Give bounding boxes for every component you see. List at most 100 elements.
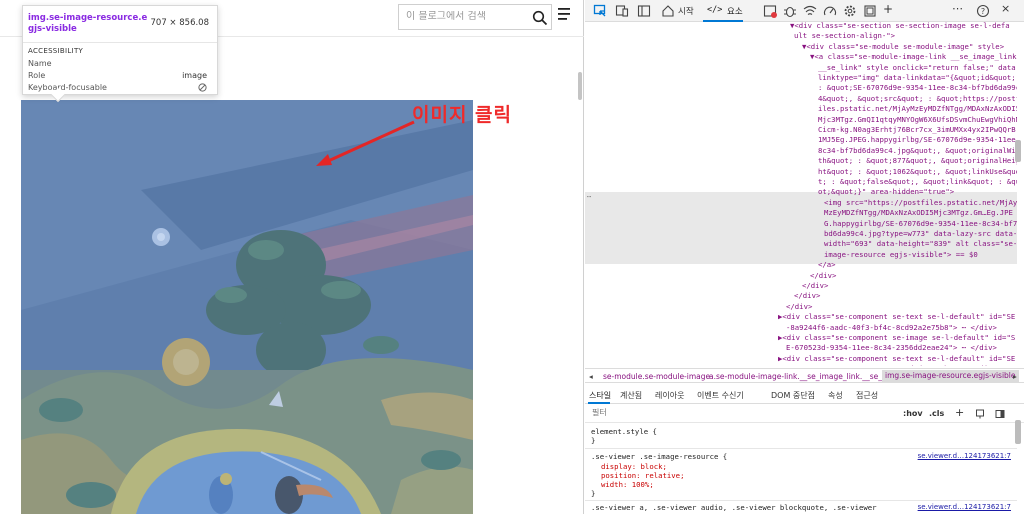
tab-styles[interactable]: 스타일 — [589, 390, 611, 401]
tooltip-divider — [23, 42, 217, 43]
tab-start[interactable]: 시작 — [678, 5, 694, 17]
dom-node-line[interactable]: </div> — [802, 281, 828, 291]
dom-node-line[interactable]: -6e4e7006-5077-4160-a5c7-768d6d16463b"> … — [786, 364, 997, 366]
tooltip-element-size: 707 × 856.08 — [150, 18, 210, 28]
class-toggle-button[interactable]: .cls — [929, 409, 944, 418]
rendering-emulation-icon[interactable] — [975, 409, 985, 419]
dom-node-line[interactable]: linktype="img" data-linkdata="{&quot;id&… — [818, 73, 1016, 83]
page-scrollbar[interactable] — [578, 72, 582, 100]
styles-filter-row: :hov .cls + — [585, 405, 1024, 423]
dom-tree[interactable]: ⋯ ▼<div class="se-section se-section-ima… — [585, 22, 1017, 366]
breadcrumb-item[interactable]: a.se-module-image-link.__se_image_link._… — [709, 372, 895, 381]
dom-node-line[interactable]: ▼<div class="se-module se-module-image" … — [802, 42, 1004, 52]
dom-node-line[interactable]: Cicm-kg.N0ag3Erhtj76Bcr7cx_3imUMXx4yx2IP… — [818, 125, 1016, 135]
dom-node-line[interactable]: ▼<a class="se-module-image-link __se_ima… — [810, 52, 1016, 62]
dom-node-line[interactable]: width="693" data-height="839" alt class=… — [824, 239, 1017, 249]
rule-close-brace: } — [591, 489, 596, 498]
blog-search-input[interactable] — [406, 11, 526, 22]
home-icon[interactable] — [661, 4, 675, 18]
dom-node-line[interactable]: -8a9244f6-aadc-40f3-bf4c-8cd92a2e75b8"> … — [786, 323, 997, 333]
network-wifi-icon[interactable] — [803, 4, 817, 18]
tab-event-listeners[interactable]: 이벤트 수신기 — [697, 390, 744, 401]
add-tool-icon[interactable]: + — [883, 2, 893, 16]
bug-icon[interactable] — [783, 4, 797, 18]
tab-properties[interactable]: 속성 — [828, 390, 843, 401]
rule-separator — [585, 500, 1017, 501]
dom-node-line[interactable]: ▶<div class="se-component se-image se-l-… — [778, 333, 1015, 343]
more-tools-icon[interactable]: ⋯ — [952, 2, 963, 15]
tab-layout[interactable]: 레이아웃 — [655, 390, 684, 401]
dom-node-line[interactable]: G.happygirlbg/SE-67076d9e-9354-11ee-8c34… — [824, 219, 1017, 229]
computed-sidebar-toggle-icon[interactable] — [995, 409, 1005, 419]
sidebar-toggle-icon[interactable] — [637, 4, 651, 18]
dom-node-line[interactable]: </a> — [818, 260, 836, 270]
tab-elements[interactable]: 요소 — [727, 5, 743, 17]
breadcrumb-item[interactable]: se-module.se-module-image — [603, 372, 710, 381]
rule-selector[interactable]: .se-viewer .se-image-resource { — [591, 452, 727, 462]
tab-dom-breakpoints[interactable]: DOM 중단점 — [771, 390, 815, 401]
dom-node-line[interactable]: </div> — [794, 291, 820, 301]
dom-node-line[interactable]: 4&quot;, &quot;src&quot; : &quot;https:/… — [818, 94, 1017, 104]
inspect-element-icon[interactable] — [593, 4, 607, 18]
devtools-toolbar: 시작 </> 요소 + ⋯ ? × — [585, 0, 1024, 22]
performance-icon[interactable] — [823, 4, 837, 18]
rule-close-brace: } — [591, 436, 596, 445]
new-style-rule-icon[interactable]: + — [955, 406, 964, 419]
help-icon[interactable]: ? — [976, 4, 990, 18]
menu-icon[interactable] — [558, 8, 572, 20]
element-style-selector[interactable]: element.style { — [591, 427, 657, 437]
styles-filter-input[interactable] — [592, 408, 792, 417]
inspect-tooltip: img.se-image-resource.egjs-visible 707 ×… — [22, 5, 218, 103]
dom-node-line[interactable]: __se_link" style onclick="return false;"… — [818, 63, 1017, 73]
dom-node-line[interactable]: MzEyMDZfNTgg/MDAxNzAxODI5Mjc3MTgz.Gm…Eg.… — [824, 208, 1013, 218]
close-devtools-icon[interactable]: × — [1001, 2, 1010, 15]
node-actions-icon[interactable]: ⋯ — [587, 192, 591, 202]
rule-source-link[interactable]: se.viewer.d…124173621:7 — [918, 452, 1011, 462]
dom-node-line[interactable]: Mjc3MTgz.GmQI1qtqyMNYOgW6X6UfsDSvmChuEwg… — [818, 115, 1017, 125]
dom-node-line[interactable]: ot;&quot;}" area-hidden="true"> — [818, 187, 954, 197]
dom-node-line[interactable]: 8c34-bf7bd6da99c4.jpg&quot;, &quot;origi… — [818, 146, 1017, 156]
application-icon[interactable] — [863, 4, 877, 18]
dom-node-line[interactable]: iles.pstatic.net/MjAyMzEyMDZfNTgg/MDAxNz… — [818, 104, 1017, 114]
breadcrumb-scroll-left-icon[interactable]: ◂ — [589, 372, 593, 381]
tooltip-row-label: Name — [28, 59, 52, 68]
tooltip-row-name: Name — [28, 59, 207, 68]
settings-gear-icon[interactable] — [843, 4, 857, 18]
dom-node-line[interactable]: th&quot; : &quot;877&quot;, &quot;origin… — [818, 156, 1017, 166]
rule-source-link[interactable]: se.viewer.d…124173621:7 — [918, 503, 1011, 513]
elements-tab-icon: </> — [707, 5, 723, 15]
hover-state-button[interactable]: :hov — [903, 409, 923, 418]
dom-node-line[interactable]: </div> — [810, 271, 836, 281]
dom-node-line[interactable]: 1MJ5Eg.JPEG.happygirlbg/SE-67076d9e-9354… — [818, 135, 1017, 145]
tooltip-row-role: Role image — [28, 71, 207, 80]
console-icon[interactable] — [763, 4, 777, 18]
dom-node-line[interactable]: ht&quot; : &quot;1062&quot;, &quot;linkU… — [818, 167, 1017, 177]
dom-node-line[interactable]: ult se-section-align-"> — [794, 31, 895, 41]
device-emulation-icon[interactable] — [615, 4, 629, 18]
dom-node-line[interactable]: ▶<div class="se-component se-text se-l-d… — [778, 312, 1015, 322]
dom-node-line[interactable]: bd6da99c4.jpg?type=w773" data-lazy-src d… — [824, 229, 1017, 239]
breadcrumb-scroll-right-icon[interactable]: ▸ — [1013, 372, 1017, 381]
dom-node-line[interactable]: t; : &quot;false&quot;, &quot;link&quot;… — [818, 177, 1017, 187]
css-property[interactable]: width: 100%; — [601, 480, 654, 490]
breadcrumb-item-active[interactable]: img.se-image-resource.egjs-visible — [882, 370, 1019, 382]
annotation-text: 이미지 클릭 — [412, 104, 513, 126]
blog-search-box[interactable] — [398, 4, 552, 30]
styles-scrollbar[interactable] — [1015, 420, 1021, 444]
element-breadcrumb: ◂ se-module.se-module-image a.se-module-… — [585, 368, 1024, 383]
dom-node-line[interactable]: </div> — [786, 302, 812, 312]
dom-node-line[interactable]: : &quot;SE-67076d9e-9354-11ee-8c34-bf7bd… — [818, 83, 1017, 93]
dom-node-line[interactable]: <img src="https://postfiles.pstatic.net/… — [824, 198, 1017, 208]
tab-accessibility[interactable]: 접근성 — [856, 390, 878, 401]
tooltip-element-name: img.se-image-resource.egjs-visible — [28, 13, 148, 34]
dom-node-line[interactable]: E-670523d-9354-11ee-8c34-2356dd2eae24"> … — [786, 343, 997, 353]
dom-scrollbar[interactable] — [1015, 140, 1021, 162]
rule-separator — [585, 448, 1017, 449]
dom-node-line[interactable]: image-resource egjs-visible"> == $0 — [824, 250, 978, 260]
tab-computed[interactable]: 계산됨 — [620, 390, 642, 401]
not-allowed-icon — [198, 83, 207, 92]
search-icon[interactable] — [532, 10, 548, 26]
rule-selector[interactable]: .se-viewer a, .se-viewer audio, .se-view… — [591, 503, 877, 513]
dom-node-line[interactable]: ▼<div class="se-section se-section-image… — [790, 22, 1010, 31]
dom-node-line[interactable]: ▶<div class="se-component se-text se-l-d… — [778, 354, 1015, 364]
